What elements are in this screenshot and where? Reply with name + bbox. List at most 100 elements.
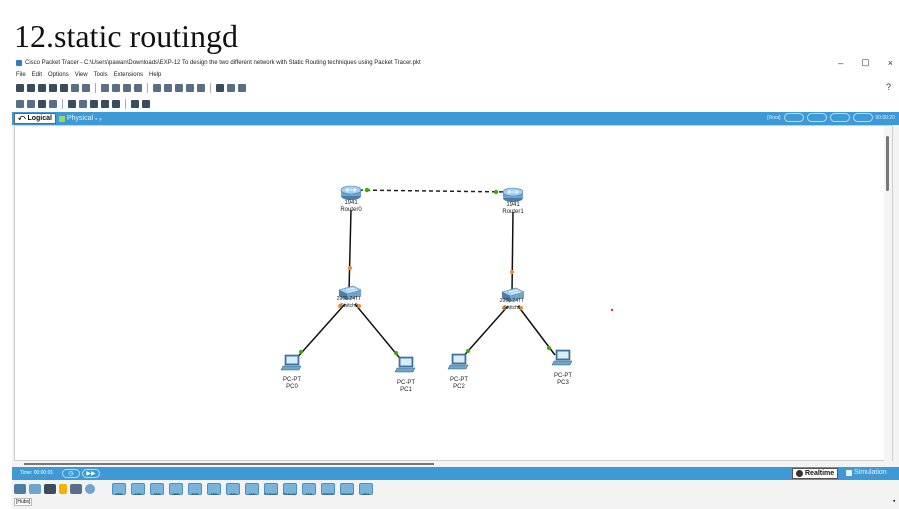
link-status-pending-dot <box>348 266 352 270</box>
horizontal-scroll-thumb[interactable] <box>24 463 434 465</box>
device-model-label: 1900 <box>134 492 142 496</box>
topology-canvas[interactable] <box>15 126 885 460</box>
info-icon[interactable] <box>60 84 68 92</box>
undo-icon[interactable] <box>123 84 131 92</box>
simple-pdu-icon[interactable] <box>131 100 139 108</box>
zoom-in-icon[interactable] <box>153 84 161 92</box>
realtime-label: Realtime <box>805 470 835 477</box>
draw-rectangle-icon[interactable] <box>90 100 98 108</box>
link-router1-switch1[interactable] <box>511 211 514 294</box>
physical-icon <box>59 115 65 122</box>
help-icon[interactable]: ? <box>886 82 891 92</box>
menu-options[interactable]: Options <box>48 72 69 78</box>
tab-physical-label: Physical <box>67 115 94 122</box>
scroll-right-arrow-icon[interactable]: ◂ <box>892 498 895 504</box>
viewport-control[interactable] <box>829 113 850 122</box>
device-category-label: [Hubs] <box>14 498 33 506</box>
complex-pdu-icon[interactable] <box>142 100 150 108</box>
draw-ellipse-icon[interactable] <box>101 100 109 108</box>
components-category-icon[interactable] <box>44 484 56 494</box>
menu-edit[interactable]: Edit <box>32 72 42 78</box>
switch1-label: 2960-24TT Switch1 <box>499 298 525 311</box>
custom-device-icon[interactable] <box>71 84 79 92</box>
time-label: Time: 00:00:01 <box>20 470 54 476</box>
power-cycle-button[interactable]: ◷ <box>62 469 80 478</box>
main-toolbar <box>12 80 899 96</box>
device-model-label: 2800 <box>153 492 161 496</box>
device-model-label: PT-Router <box>264 492 278 496</box>
web-icon[interactable] <box>238 84 246 92</box>
inspect-icon[interactable] <box>27 100 35 108</box>
pc2-icon[interactable] <box>447 353 469 370</box>
navigation-control[interactable] <box>783 113 804 122</box>
fast-forward-button[interactable]: ▶▶ <box>82 469 100 478</box>
link-status-up-dot <box>364 187 370 193</box>
minimize-button[interactable]: – <box>838 58 843 68</box>
stray-marker <box>610 308 614 312</box>
device-model-label: 4000 <box>191 492 199 496</box>
device-model-label: PT-Empty <box>283 492 297 496</box>
simulation-label: Simulation <box>854 469 887 476</box>
custom-devices-icon[interactable] <box>197 84 205 92</box>
redo-icon[interactable] <box>134 84 142 92</box>
menu-file[interactable]: File <box>16 72 26 78</box>
menu-extensions[interactable]: Extensions <box>114 72 143 78</box>
open-file-icon[interactable] <box>27 84 35 92</box>
save-icon[interactable] <box>38 84 46 92</box>
maximize-button[interactable]: ▢ <box>861 57 870 68</box>
simulation-mode-button[interactable]: Simulation <box>846 469 887 476</box>
pc3-icon[interactable] <box>551 349 573 366</box>
root-label[interactable]: [Root] <box>767 115 780 121</box>
paste-icon[interactable] <box>112 84 120 92</box>
copy-icon[interactable] <box>101 84 109 92</box>
end-devices-category-icon[interactable] <box>29 484 41 494</box>
router1-label: 1941 Router1 <box>502 202 524 215</box>
network-info-icon[interactable] <box>82 84 90 92</box>
select-icon[interactable] <box>16 100 24 108</box>
workspace-tab-bar: ⤺ Logical Physical x: y: [Root] 00:00:20 <box>12 112 899 125</box>
tab-physical[interactable]: Physical x: y: <box>59 115 102 122</box>
network-devices-category-icon[interactable] <box>14 484 26 494</box>
logical-workspace[interactable]: 1941 Router0 1941 Router1 2960-24TT Switch0… <box>14 125 893 462</box>
multiuser-category-icon[interactable] <box>85 484 95 494</box>
link-router0-router1[interactable] <box>351 189 514 193</box>
freeform-icon[interactable] <box>112 100 120 108</box>
menu-help[interactable]: Help <box>149 72 161 78</box>
set-tiled-background-control[interactable] <box>806 113 827 122</box>
drawing-palette-icon[interactable] <box>186 84 194 92</box>
toolbar-separator <box>210 83 211 93</box>
new-file-icon[interactable] <box>16 84 24 92</box>
draw-line-icon[interactable] <box>79 100 87 108</box>
menu-tools[interactable]: Tools <box>94 72 108 78</box>
zoom-out-icon[interactable] <box>175 84 183 92</box>
window-title: Cisco Packet Tracer - C:\Users\pawan\Dow… <box>25 59 421 66</box>
vertical-scrollbar[interactable] <box>884 126 892 462</box>
tab-logical[interactable]: ⤺ Logical <box>14 113 56 124</box>
misc-category-icon[interactable] <box>70 484 82 494</box>
environment-control[interactable] <box>852 113 873 122</box>
pc0-icon[interactable] <box>280 354 302 371</box>
zoom-reset-icon[interactable] <box>164 84 172 92</box>
realtime-mode-button[interactable]: Realtime <box>792 468 839 479</box>
print-icon[interactable] <box>49 84 57 92</box>
connections-category-icon[interactable] <box>59 484 67 494</box>
device-model-label: 4300 <box>210 492 218 496</box>
device-model-label: 829 <box>230 492 236 496</box>
link-status-up-dot <box>394 351 398 355</box>
router1-icon[interactable] <box>502 187 524 203</box>
vertical-scroll-thumb[interactable] <box>886 136 889 191</box>
delete-icon[interactable] <box>38 100 46 108</box>
router0-icon[interactable] <box>340 185 362 201</box>
close-button[interactable]: × <box>888 58 893 68</box>
packet-tracer-icon <box>16 59 22 66</box>
pc1-icon[interactable] <box>394 356 416 373</box>
menu-view[interactable]: View <box>75 72 88 78</box>
edit-toolbar <box>12 96 899 112</box>
menu-bar: File Edit Options View Tools Extensions … <box>12 69 899 80</box>
link-router0-switch0[interactable] <box>348 209 352 292</box>
place-note-icon[interactable] <box>68 100 76 108</box>
pdu-list-icon[interactable] <box>216 84 224 92</box>
resize-shape-icon[interactable] <box>49 100 57 108</box>
device-model-label: 2900 <box>172 492 180 496</box>
ipc-icon[interactable] <box>227 84 235 92</box>
